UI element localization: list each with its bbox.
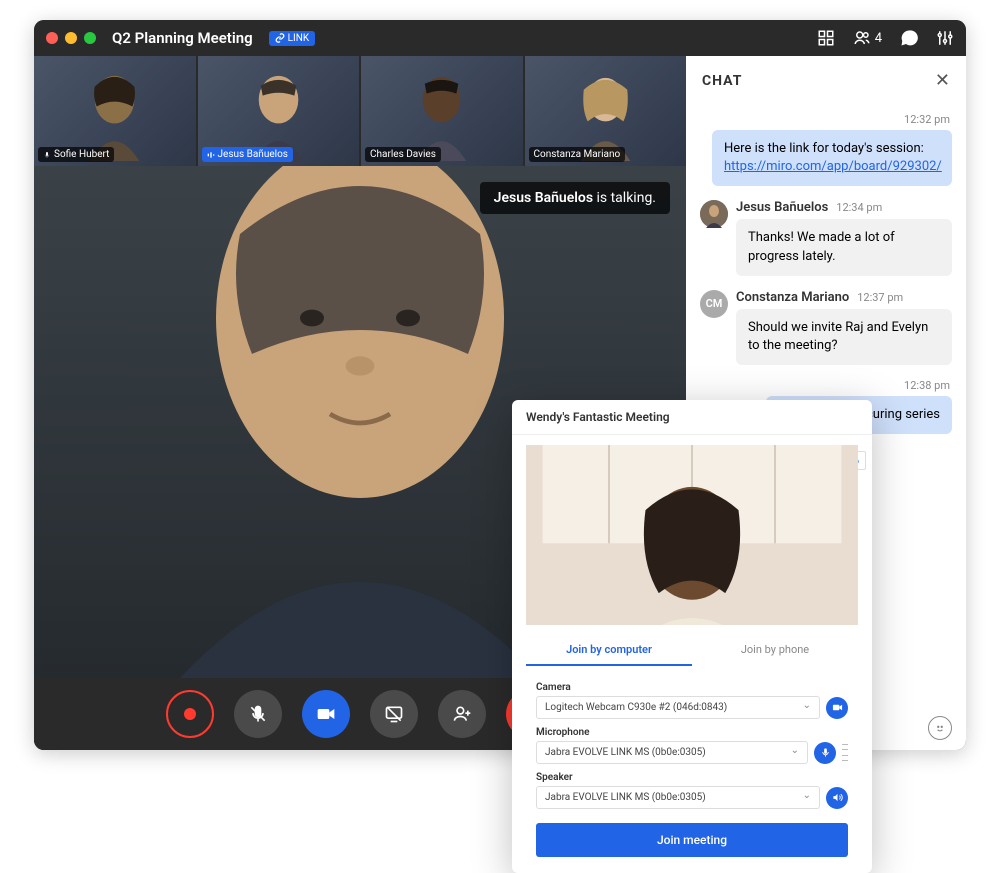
microphone-select[interactable]: Jabra EVOLVE LINK MS (0b0e:0305) [536,741,808,764]
chat-bubble: Thanks! We made a lot of progress lately… [736,219,952,275]
thumbnail-jesus[interactable]: Jesus Bañuelos [198,56,360,166]
chat-icon[interactable] [900,29,918,47]
tab-join-phone[interactable]: Join by phone [692,635,858,666]
grid-view-icon[interactable] [817,29,835,47]
thumbnail-sofie[interactable]: Sofie Hubert [34,56,196,166]
thumbnail-constanza[interactable]: Constanza Mariano [525,56,687,166]
chat-message: CM Constanza Mariano 12:37 pm Should we … [700,290,952,365]
camera-preview [526,445,858,625]
camera-button[interactable] [302,690,350,738]
maximize-window-button[interactable] [84,32,96,44]
avatar[interactable] [700,200,728,228]
thumbnail-charles[interactable]: Charles Davies [361,56,523,166]
chat-timestamp: 12:38 pm [700,379,950,392]
speaker-select[interactable]: Jabra EVOLVE LINK MS (0b0e:0305) [536,786,820,809]
join-meeting-dialog: Wendy's Fantastic Meeting ⓘ Meeting Info… [512,400,872,873]
participant-thumbnails: Sofie Hubert Jesus Bañuelos Charles Davi… [34,56,686,166]
join-dialog-body: Camera Logitech Webcam C930e #2 (046d:08… [512,666,872,873]
participants-count-text: 4 [875,31,882,46]
chat-sender: Jesus Bañuelos [736,200,828,215]
chat-bubble: Here is the link for today's session: ht… [712,130,952,186]
chat-bubble: Should we invite Raj and Evelyn to the m… [736,309,952,365]
titlebar: Q2 Planning Meeting LINK 4 [34,20,966,56]
avatar[interactable]: CM [700,290,728,318]
camera-select[interactable]: Logitech Webcam C930e #2 (046d:0843) [536,696,820,719]
settings-icon[interactable] [936,29,954,47]
thumbnail-label: Jesus Bañuelos [202,147,293,162]
meeting-link-badge[interactable]: LINK [269,31,316,46]
tab-join-computer[interactable]: Join by computer [526,635,692,666]
link-badge-text: LINK [288,33,310,44]
window-controls [46,32,96,44]
speaker-label: Speaker [536,772,848,783]
close-window-button[interactable] [46,32,58,44]
camera-toggle-icon[interactable] [826,697,848,719]
thumbnail-label: Charles Davies [365,147,441,162]
screenshare-button[interactable] [370,690,418,738]
titlebar-right: 4 [817,29,954,47]
speaker-test-icon[interactable] [826,787,848,809]
chat-message: Jesus Bañuelos 12:34 pm Thanks! We made … [700,200,952,275]
thumbnail-label: Sofie Hubert [38,147,114,162]
chat-timestamp: 12:37 pm [857,291,903,304]
emoji-button[interactable] [928,716,952,740]
chat-timestamp: 12:34 pm [836,201,882,214]
chat-header: CHAT ✕ [686,56,966,105]
close-chat-button[interactable]: ✕ [935,70,950,91]
participants-button[interactable]: 4 [853,29,882,47]
talking-banner: Jesus Bañuelos is talking. [480,182,670,214]
join-dialog-title: Wendy's Fantastic Meeting [512,400,872,435]
chat-title: CHAT [702,73,742,89]
speaker-field: Speaker Jabra EVOLVE LINK MS (0b0e:0305) [536,772,848,809]
microphone-toggle-icon[interactable] [814,742,836,764]
camera-field: Camera Logitech Webcam C930e #2 (046d:08… [536,682,848,719]
join-tabs: Join by computer Join by phone [526,635,858,666]
join-meeting-button[interactable]: Join meeting [536,823,848,857]
chat-link[interactable]: https://miro.com/app/board/929302/ [724,159,942,174]
mute-button[interactable] [234,690,282,738]
meeting-title: Q2 Planning Meeting [112,29,253,47]
minimize-window-button[interactable] [65,32,77,44]
chat-message-own: 12:32 pm Here is the link for today's se… [700,113,952,186]
thumbnail-label: Constanza Mariano [529,147,626,162]
add-participant-button[interactable] [438,690,486,738]
chat-sender: Constanza Mariano [736,290,849,305]
camera-label: Camera [536,682,848,693]
mic-level-icon [842,744,848,762]
microphone-label: Microphone [536,727,848,738]
record-button[interactable] [166,690,214,738]
chat-timestamp: 12:32 pm [700,113,950,126]
microphone-field: Microphone Jabra EVOLVE LINK MS (0b0e:03… [536,727,848,764]
